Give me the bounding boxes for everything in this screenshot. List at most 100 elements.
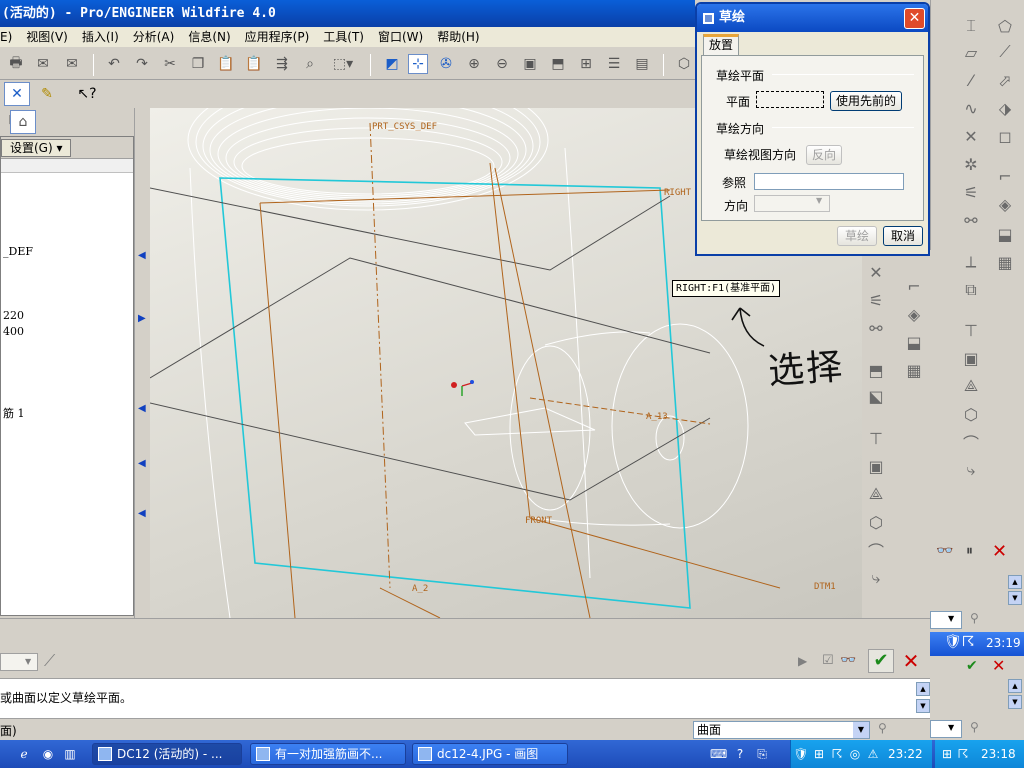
task-proe[interactable]: DC12 (活动的) - ... bbox=[92, 743, 242, 765]
flip-button[interactable]: 反向 bbox=[806, 145, 842, 165]
menu-applications[interactable]: 应用程序(P) bbox=[238, 27, 317, 47]
filter-select[interactable] bbox=[930, 611, 962, 629]
tree-item-220[interactable]: 220 bbox=[3, 309, 24, 322]
use-previous-button[interactable]: 使用先前的 bbox=[830, 91, 902, 111]
reference-field[interactable] bbox=[754, 173, 904, 190]
pattern-tool-icon[interactable]: ▦ bbox=[902, 358, 926, 382]
antivirus-icon[interactable]: ☈ bbox=[829, 746, 845, 762]
menu-help[interactable]: 帮助(H) bbox=[430, 27, 486, 47]
rib-icon[interactable]: ⚯ bbox=[959, 208, 983, 232]
selection-filter[interactable]: 曲面 ▼ bbox=[693, 721, 870, 739]
datum-plane-display-icon[interactable]: ✕ bbox=[4, 82, 30, 106]
repaint-icon[interactable]: ◩ bbox=[382, 54, 402, 74]
trim-tool-icon[interactable]: ⊤ bbox=[864, 426, 888, 450]
expand-arrow-icon[interactable]: ▶ bbox=[138, 313, 146, 324]
sketch-button[interactable]: 草绘 bbox=[837, 226, 877, 246]
merge-tool-icon[interactable]: ◈ bbox=[902, 302, 926, 326]
chamfer-icon[interactable]: ⚟ bbox=[959, 180, 983, 204]
blend-icon[interactable]: ◻ bbox=[993, 124, 1017, 148]
glasses-icon[interactable]: 👓 bbox=[936, 543, 953, 559]
filter-select[interactable] bbox=[930, 720, 962, 738]
dashboard-select[interactable] bbox=[0, 653, 38, 671]
extrude-icon[interactable]: ⬀ bbox=[993, 68, 1017, 92]
cancel-x-icon[interactable]: ✕ bbox=[900, 649, 922, 673]
trim-icon[interactable]: ⊤ bbox=[959, 318, 983, 342]
edit-icon[interactable]: ⟋ bbox=[44, 651, 55, 671]
datum-plane-icon[interactable]: ▱ bbox=[959, 40, 983, 64]
regenerate-icon[interactable]: ⇶ bbox=[272, 54, 292, 74]
cancel-button[interactable]: 取消 bbox=[883, 226, 923, 246]
cancel-x-icon[interactable]: ✕ bbox=[992, 656, 1005, 675]
ie-icon[interactable]: ℯ bbox=[16, 746, 32, 762]
shell-icon[interactable]: ◈ bbox=[993, 192, 1017, 216]
copy-icon[interactable]: ❐ bbox=[188, 54, 208, 74]
tab-placement[interactable]: 放置 bbox=[703, 34, 739, 56]
csys-icon[interactable]: ✕ bbox=[959, 124, 983, 148]
pause-icon[interactable]: ⏸ bbox=[966, 543, 973, 559]
tree-item-400[interactable]: 400 bbox=[3, 325, 24, 338]
update-icon[interactable]: ⚠ bbox=[865, 746, 881, 762]
menu-info[interactable]: 信息(N) bbox=[181, 27, 237, 47]
orient-mode-icon[interactable]: ✇ bbox=[436, 54, 456, 74]
network-icon[interactable]: ⊞ bbox=[811, 746, 827, 762]
panel-sash[interactable]: ◀ ▶ ◀ ◀ ◀ bbox=[134, 108, 150, 618]
selection-box-icon[interactable]: ⬚▾ bbox=[328, 54, 358, 74]
mirror-icon[interactable]: ⟂ bbox=[959, 250, 983, 274]
pattern-icon[interactable]: ▦ bbox=[993, 250, 1017, 274]
menu-analysis[interactable]: 分析(A) bbox=[126, 27, 182, 47]
browser-icon[interactable]: ◉ bbox=[40, 746, 56, 762]
csys-tool-icon[interactable]: ✕ bbox=[864, 260, 888, 284]
datum-axis-display-icon[interactable]: ✎ bbox=[34, 82, 60, 106]
paste-tool-icon[interactable]: ⬕ bbox=[864, 384, 888, 408]
zoom-out-icon[interactable]: ⊖ bbox=[492, 54, 512, 74]
round-icon[interactable]: ⌐ bbox=[993, 164, 1017, 188]
antivirus-icon[interactable]: ☈ bbox=[955, 746, 971, 762]
redo-icon[interactable]: ↷ bbox=[132, 54, 152, 74]
shield-icon[interactable]: 🛡 bbox=[793, 746, 809, 762]
scroll-up-icon[interactable]: ▲ bbox=[916, 682, 930, 696]
volume-icon[interactable]: ◎ bbox=[847, 746, 863, 762]
offset-icon[interactable]: ▣ bbox=[959, 346, 983, 370]
datum-axis-icon[interactable]: ⟋ bbox=[993, 40, 1017, 64]
tree-item-rib[interactable]: 筋 1 bbox=[3, 405, 25, 421]
keyboard-icon[interactable]: ⌨ bbox=[710, 746, 727, 762]
scroll-up-icon[interactable]: ▲ bbox=[1008, 679, 1022, 693]
spin-center-icon[interactable]: ⊹ bbox=[408, 54, 428, 74]
scroll-down-icon[interactable]: ▼ bbox=[1008, 695, 1022, 709]
ok-check-icon[interactable]: ✔ bbox=[966, 658, 978, 674]
sketch-tool-icon[interactable]: ⚯ bbox=[864, 316, 888, 340]
merge-icon[interactable]: ⧉ bbox=[959, 278, 983, 302]
mail-icon[interactable]: ✉ bbox=[62, 54, 82, 74]
start-button-edge[interactable] bbox=[0, 746, 16, 762]
reorient-icon[interactable]: ⬒ bbox=[548, 54, 568, 74]
scroll-up-icon[interactable]: ▲ bbox=[1008, 575, 1022, 589]
warp-icon[interactable]: ⌒ bbox=[959, 430, 983, 454]
dialog-titlebar[interactable]: 草绘 ✕ bbox=[697, 4, 928, 32]
folder-browser-tab-icon[interactable]: ⌂ bbox=[10, 110, 36, 134]
flexible-icon[interactable]: ⤷ bbox=[959, 458, 983, 482]
sweep-icon[interactable]: ⬗ bbox=[993, 96, 1017, 120]
clipboard-icon[interactable]: ⎘ bbox=[754, 746, 770, 762]
send-mail-icon[interactable]: ✉ bbox=[33, 54, 53, 74]
menu-window[interactable]: 窗口(W) bbox=[371, 27, 430, 47]
settings-button[interactable]: 设置(G) ▾ bbox=[1, 139, 71, 157]
menu-edit[interactable]: E) bbox=[0, 27, 19, 47]
wireframe-icon[interactable]: ⬡ bbox=[674, 54, 694, 74]
named-views-icon[interactable]: ⊞ bbox=[576, 54, 596, 74]
tree-item-csys[interactable]: _DEF bbox=[3, 245, 33, 258]
analysis-icon[interactable]: ⚟ bbox=[864, 288, 888, 312]
paste-special-icon[interactable]: 📋 bbox=[244, 54, 264, 74]
ok-check-icon[interactable]: ✔ bbox=[868, 649, 894, 673]
explorer-icon[interactable]: ▥ bbox=[62, 746, 78, 762]
draft-tool-icon[interactable]: ⬓ bbox=[902, 330, 926, 354]
menu-insert[interactable]: 插入(I) bbox=[75, 27, 126, 47]
undo-icon[interactable]: ↶ bbox=[104, 54, 124, 74]
solidify-icon[interactable]: ⬡ bbox=[959, 402, 983, 426]
warp-tool-icon[interactable]: ⌒ bbox=[864, 538, 888, 562]
preview-checkbox-icon[interactable]: ☑ bbox=[822, 653, 834, 668]
print-icon[interactable]: 🖶 bbox=[6, 54, 26, 74]
task-browser[interactable]: 有一对加强筋画不... bbox=[250, 743, 406, 765]
collapse-arrow-icon[interactable]: ◀ bbox=[138, 458, 146, 469]
help-icon[interactable]: ? bbox=[732, 746, 748, 762]
play-icon[interactable]: ▶ bbox=[798, 654, 807, 668]
